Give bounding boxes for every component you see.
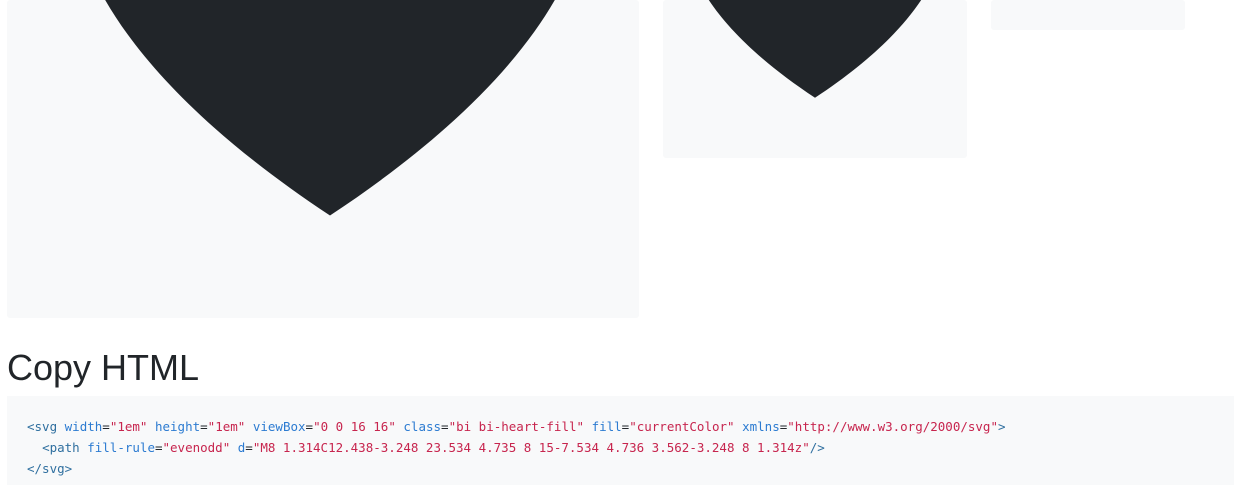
code-token: viewBox xyxy=(252,419,306,434)
code-token: "http://www.w3.org/2000/svg" xyxy=(787,419,998,434)
copy-html-heading: Copy HTML xyxy=(7,347,200,388)
code-token: "1em" xyxy=(109,419,148,434)
heart-fill-icon xyxy=(105,0,555,216)
code-token: <path xyxy=(42,440,80,455)
code-line-3: </svg> xyxy=(27,458,1234,479)
code-token: /> xyxy=(809,440,825,455)
code-token: xmlns xyxy=(742,419,780,434)
code-token: width xyxy=(64,419,103,434)
code-token: class xyxy=(403,419,442,434)
icon-detail-page: Copy HTML <svg width="1em" height="1em" … xyxy=(0,0,1234,485)
code-token: "currentColor" xyxy=(629,419,735,434)
code-line-1: <svg width="1em" height="1em" viewBox="0… xyxy=(27,419,1006,434)
icon-preview-large xyxy=(7,0,639,318)
code-token: > xyxy=(997,419,1006,434)
code-snippet[interactable]: <svg width="1em" height="1em" viewBox="0… xyxy=(7,396,1234,485)
code-token: fill-rule xyxy=(87,440,155,455)
code-token: </svg> xyxy=(27,461,73,476)
icon-preview-medium xyxy=(663,0,967,158)
code-token: "0 0 16 16" xyxy=(313,419,396,434)
code-line-2: <path fill-rule="evenodd" d="M8 1.314C12… xyxy=(27,437,1234,458)
code-token: fill xyxy=(591,419,622,434)
code-token: <svg xyxy=(27,419,58,434)
code-token: "1em" xyxy=(207,419,246,434)
code-token: height xyxy=(154,419,201,434)
code-token: "M8 1.314C12.438-3.248 23.534 4.735 8 15… xyxy=(252,440,810,455)
code-token: "evenodd" xyxy=(162,440,231,455)
heart-fill-icon xyxy=(709,0,921,98)
icon-preview-small xyxy=(991,0,1185,30)
code-token: "bi bi-heart-fill" xyxy=(448,419,585,434)
